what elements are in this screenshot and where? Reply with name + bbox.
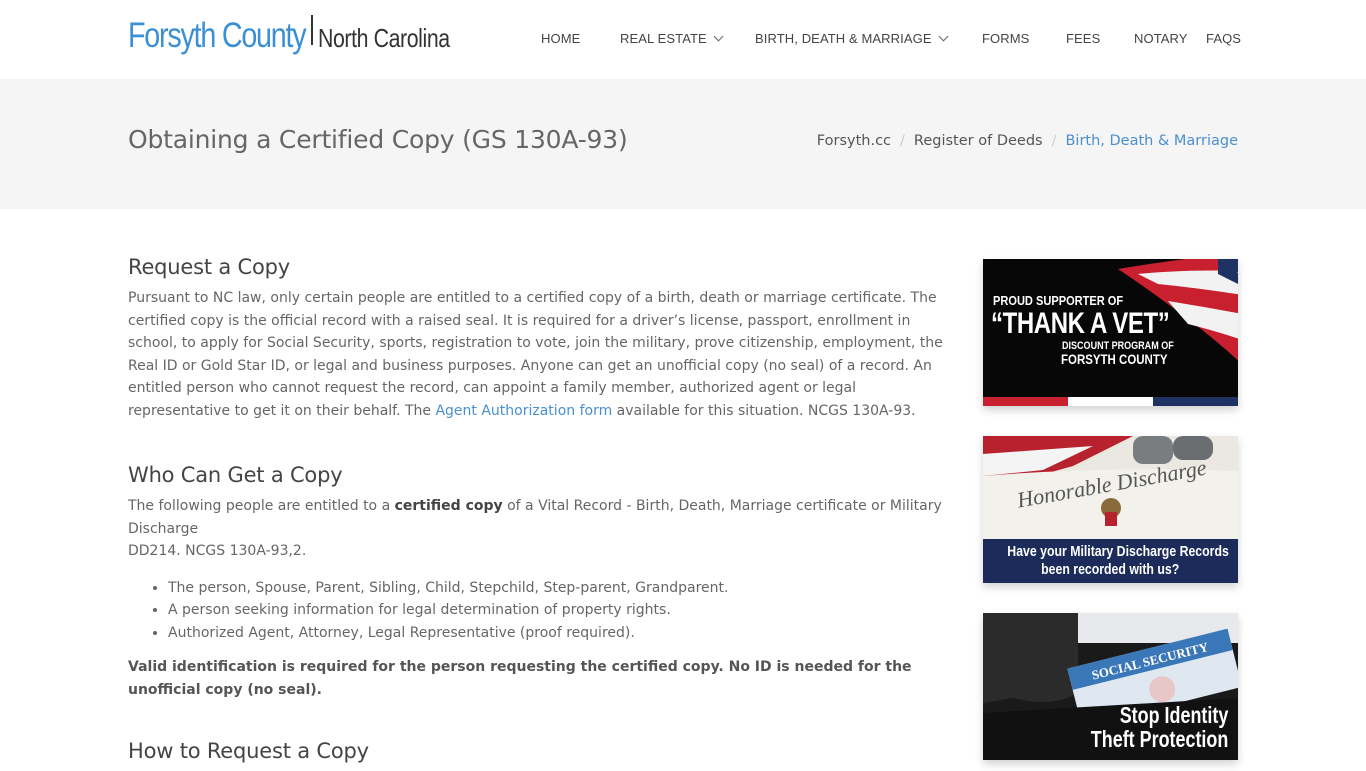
nav-notary-label: NOTARY [1134,31,1188,46]
nav-real-estate-label: REAL ESTATE [620,31,707,46]
thank-a-vet-banner[interactable]: PROUD SUPPORTER OF “THANK A VET” DISCOUN… [983,259,1238,406]
stripe-red [983,397,1068,406]
caption-line2: Theft Protection [1090,726,1228,752]
list-item: Authorized Agent, Attorney, Legal Repres… [168,622,958,645]
main-content: Request a Copy Pursuant to NC law, only … [128,255,958,771]
nav-home[interactable]: HOME [541,31,580,46]
breadcrumb-separator: / [900,133,905,149]
section-heading: How to Request a Copy [128,739,369,763]
section-heading: Who Can Get a Copy [128,463,343,487]
section-how-to-request: How to Request a Copy [128,739,958,763]
stripe-white [1068,397,1153,406]
banner-line2: “THANK A VET” [991,307,1170,340]
breadcrumb-separator: / [1051,133,1057,149]
breadcrumb-birth-death-marriage[interactable]: Birth, Death & Marriage [1065,133,1238,149]
stripe-blue [1153,397,1238,406]
nav-birth-death-marriage[interactable]: BIRTH, DEATH & MARRIAGE [755,31,949,46]
nav-real-estate[interactable]: REAL ESTATE [620,31,724,46]
nav-notary[interactable]: NOTARY [1134,31,1188,46]
identification-note: Valid identification is required for the… [128,659,912,698]
nav-forms-label: FORMS [982,31,1030,46]
section-intro: The following people are entitled to a c… [128,495,958,563]
main-nav: HOME REAL ESTATE BIRTH, DEATH & MARRIAGE… [0,31,1366,51]
nav-home-label: HOME [541,31,581,46]
nav-faqs-label: FAQS [1206,31,1242,46]
banner-caption: Stop Identity Theft Protection [1052,703,1228,751]
list-item: The person, Spouse, Parent, Sibling, Chi… [168,577,958,600]
chevron-down-icon [938,31,949,42]
caption-line1: Have your Military Discharge Records [1007,543,1229,560]
breadcrumb-forsyth[interactable]: Forsyth.cc [817,133,891,149]
intro-text-line2: DD214. NCGS 130A-93,2. [128,543,307,559]
section-heading: Request a Copy [128,255,290,279]
section-request-a-copy: Request a Copy Pursuant to NC law, only … [128,255,958,422]
chevron-down-icon [713,31,724,42]
paragraph-text: available for this situation. NCGS 130A-… [612,402,916,419]
section-paragraph: Pursuant to NC law, only certain people … [128,287,958,422]
list-item: A person seeking information for legal d… [168,599,958,622]
page-title: Obtaining a Certified Copy (GS 130A-93) [128,125,628,154]
intro-text: The following people are entitled to a [128,498,395,514]
page-title-band: Obtaining a Certified Copy (GS 130A-93) … [0,79,1366,209]
banner-caption: Have your Military Discharge Records bee… [983,539,1238,583]
agent-authorization-form-link[interactable]: Agent Authorization form [435,403,612,419]
banner-line4: FORSYTH COUNTY [1061,351,1168,367]
paragraph-text: Pursuant to NC law, only certain people … [128,290,943,419]
caption-line1: Stop Identity [1119,702,1228,728]
caption-line2: been recorded with us? [1041,561,1180,578]
nav-faqs[interactable]: FAQS [1206,31,1241,46]
military-discharge-banner[interactable]: Honorable Discharge Have your Military D… [983,436,1238,583]
site-header: Forsyth County North Carolina HOME REAL … [0,0,1366,79]
intro-bold-text: certified copy [394,498,503,514]
breadcrumb: Forsyth.cc / Register of Deeds / Birth, … [817,133,1238,149]
banner-line1: PROUD SUPPORTER OF [993,293,1124,308]
nav-fees[interactable]: FEES [1066,31,1100,46]
breadcrumb-register-of-deeds[interactable]: Register of Deeds [914,133,1043,149]
honorable-discharge-graphic: Honorable Discharge [983,436,1238,540]
nav-birth-death-marriage-label: BIRTH, DEATH & MARRIAGE [755,31,932,46]
section-who-can-get-a-copy: Who Can Get a Copy The following people … [128,463,958,701]
identity-theft-banner[interactable]: SOCIAL SECURITY Stop Identity Theft Prot… [983,613,1238,760]
eligible-persons-list: The person, Spouse, Parent, Sibling, Chi… [168,577,958,645]
nav-fees-label: FEES [1066,31,1101,46]
nav-forms[interactable]: FORMS [982,31,1029,46]
flag-stripes [983,397,1238,406]
